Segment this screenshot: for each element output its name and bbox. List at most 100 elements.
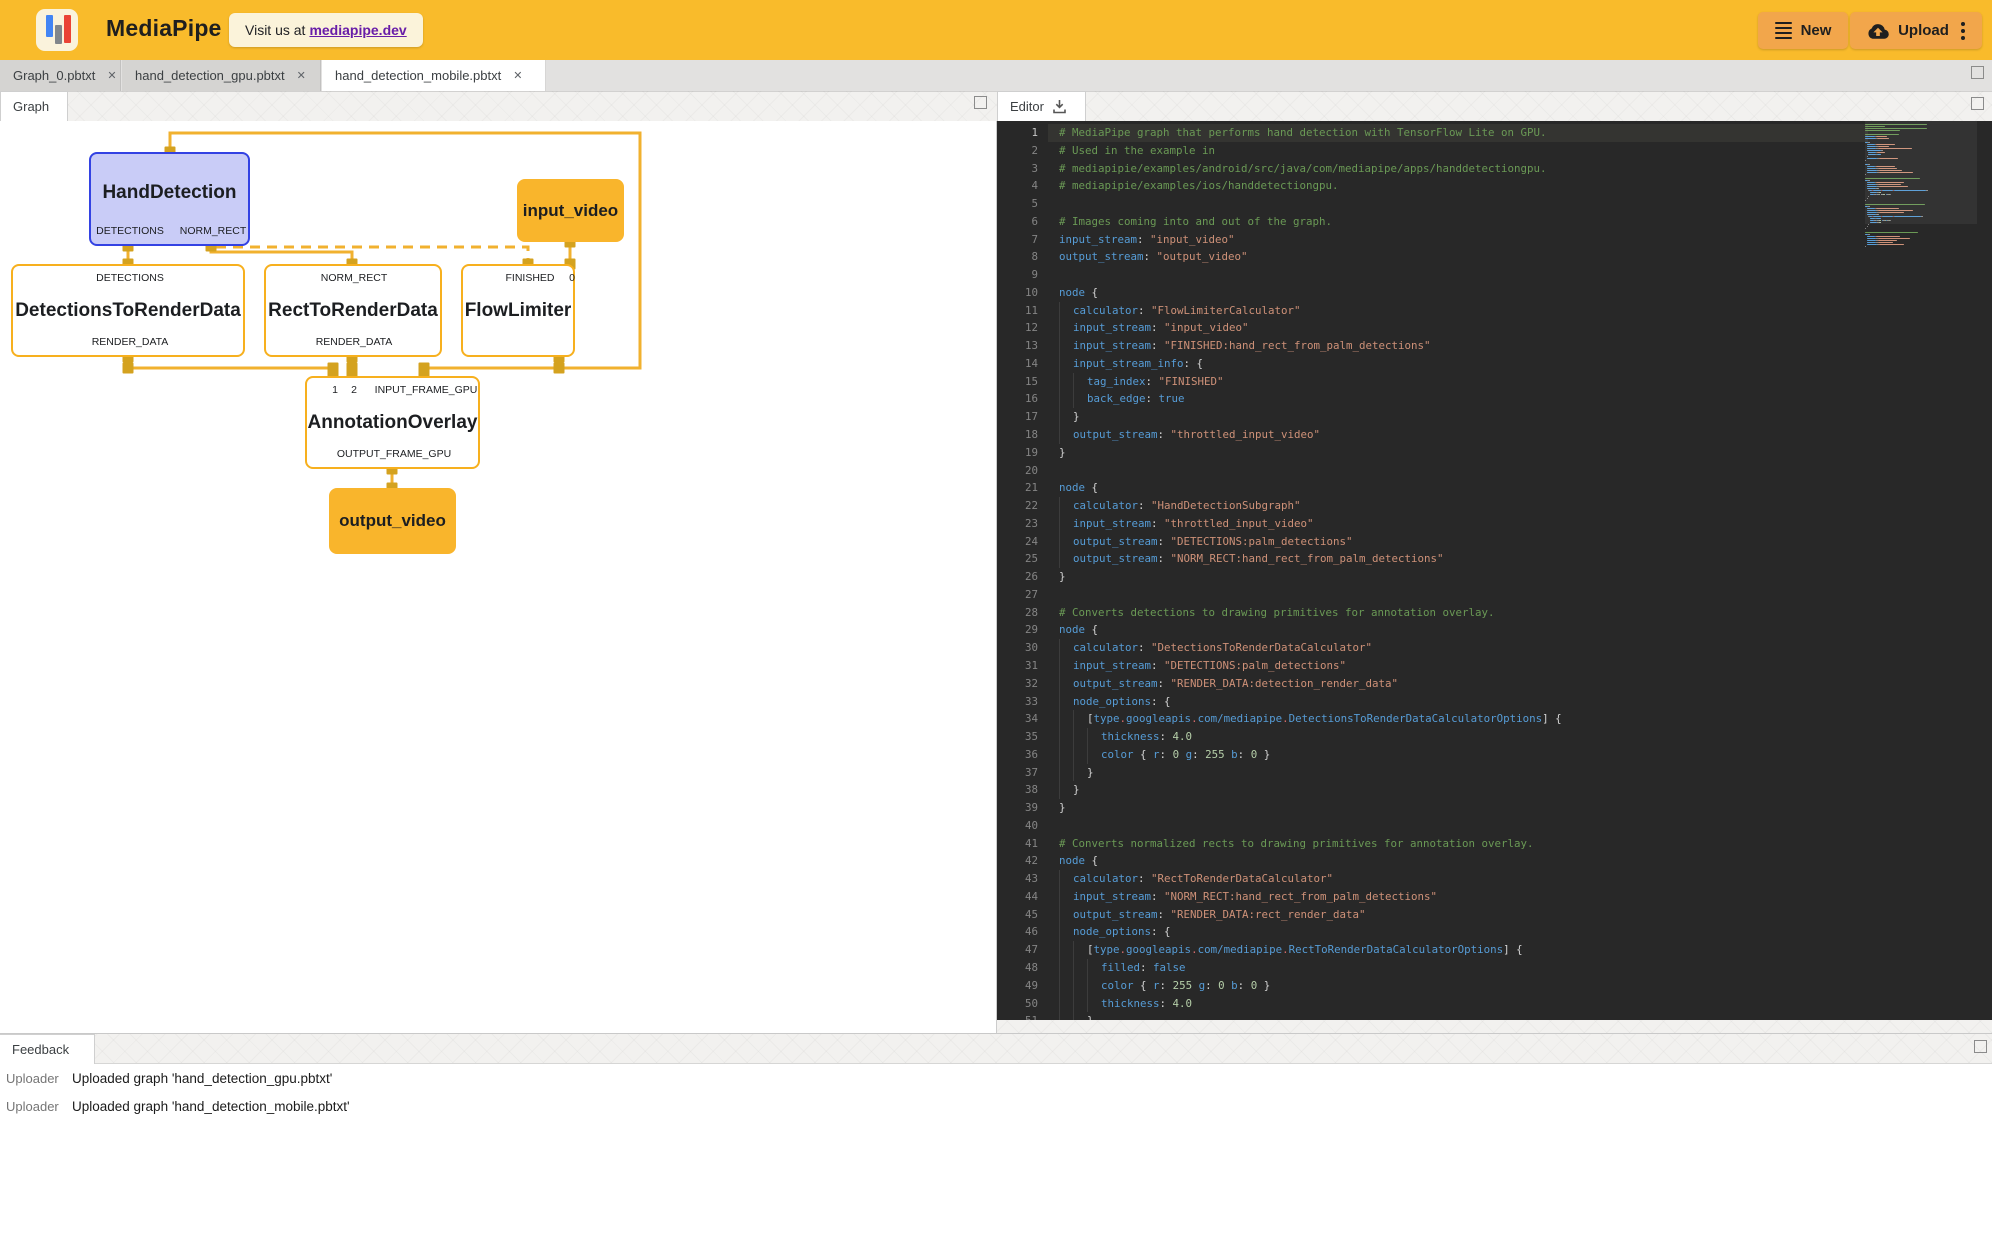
expand-graph-panel-button[interactable] [974, 96, 987, 109]
feedback-entry: UploaderUploaded graph 'hand_detection_m… [0, 1092, 1992, 1120]
expand-feedback-panel-button[interactable] [1974, 1040, 1987, 1053]
code-line[interactable]: calculator: "FlowLimiterCalculator" [1059, 302, 1562, 320]
code-line[interactable]: thickness: 4.0 [1059, 728, 1562, 746]
graph-panel-tab[interactable]: Graph [0, 91, 68, 121]
upload-button[interactable]: Upload [1850, 12, 1982, 49]
code-line[interactable]: filled: false [1059, 959, 1562, 977]
expand-editor-panel-button[interactable] [1971, 97, 1984, 110]
upload-more-options-icon[interactable] [1961, 22, 1965, 40]
code-line[interactable]: color { r: 0 g: 255 b: 0 } [1059, 746, 1562, 764]
code-line[interactable]: input_stream: "NORM_RECT:hand_rect_from_… [1059, 888, 1562, 906]
code-editor[interactable]: 1234567891011121314151617181920212223242… [997, 121, 1992, 1020]
code-line[interactable]: [type.googleapis.com/mediapipe.Detection… [1059, 710, 1562, 728]
code-line[interactable]: } [1059, 781, 1562, 799]
download-icon[interactable] [1052, 99, 1067, 114]
expand-tabstrip-button[interactable] [1971, 66, 1984, 79]
code-line[interactable]: } [1059, 799, 1562, 817]
code-line[interactable] [1059, 817, 1562, 835]
code-line[interactable]: input_stream: "input_video" [1059, 231, 1562, 249]
code-line[interactable]: # Images coming into and out of the grap… [1059, 213, 1562, 231]
feedback-message: Uploaded graph 'hand_detection_gpu.pbtxt… [72, 1071, 332, 1086]
graph-canvas[interactable]: HandDetectionDETECTIONSNORM_RECT input_vi… [0, 121, 997, 1033]
code-line[interactable]: calculator: "DetectionsToRenderDataCalcu… [1059, 639, 1562, 657]
input-port-label: INPUT_FRAME_GPU [375, 384, 478, 396]
code-line[interactable]: output_stream: "output_video" [1059, 248, 1562, 266]
node-title: FlowLimiter [463, 300, 573, 322]
code-line[interactable]: input_stream: "input_video" [1059, 319, 1562, 337]
code-line[interactable]: node { [1059, 852, 1562, 870]
node-title: HandDetection [91, 182, 248, 204]
file-tab-label: Graph_0.pbtxt [13, 68, 95, 83]
output-port-label: OUTPUT_FRAME_GPU [337, 448, 451, 460]
graph-edge [211, 246, 352, 264]
port-square [123, 363, 134, 374]
code-line[interactable]: input_stream: "throttled_input_video" [1059, 515, 1562, 533]
new-button[interactable]: New [1758, 12, 1848, 49]
code-line[interactable] [1059, 266, 1562, 284]
code-line[interactable]: node_options: { [1059, 693, 1562, 711]
code-line[interactable]: # Used in the example in [1059, 142, 1562, 160]
close-tab-icon[interactable]: ✕ [107, 69, 116, 82]
close-tab-icon[interactable]: ✕ [297, 69, 306, 82]
close-tab-icon[interactable]: ✕ [513, 69, 522, 82]
code-line[interactable]: } [1059, 764, 1562, 782]
file-tab[interactable]: hand_detection_mobile.pbtxt✕ [322, 60, 546, 91]
feedback-log: UploaderUploaded graph 'hand_detection_g… [0, 1064, 1992, 1236]
code-line[interactable]: # Converts detections to drawing primiti… [1059, 604, 1562, 622]
code-line[interactable]: } [1059, 568, 1562, 586]
code-line[interactable]: node { [1059, 284, 1562, 302]
feedback-panel-tab[interactable]: Feedback [0, 1034, 95, 1064]
code-line[interactable]: # mediapipie/examples/android/src/java/c… [1059, 160, 1562, 178]
code-line[interactable]: # MediaPipe graph that performs hand det… [1059, 124, 1562, 142]
code-line[interactable]: } [1059, 444, 1562, 462]
code-line[interactable]: input_stream_info: { [1059, 355, 1562, 373]
code-line[interactable]: back_edge: true [1059, 390, 1562, 408]
code-line[interactable]: input_stream: "FINISHED:hand_rect_from_p… [1059, 337, 1562, 355]
editor-tab-label: Editor [1010, 99, 1044, 114]
graph-node-output_video[interactable]: output_video [329, 488, 456, 554]
code-line[interactable] [1059, 195, 1562, 213]
code-line[interactable]: } [1059, 408, 1562, 426]
graph-edges [0, 121, 996, 1033]
graph-node-DetectionsToRenderData[interactable]: DetectionsToRenderDataDETECTIONSRENDER_D… [11, 264, 245, 357]
feedback-message: Uploaded graph 'hand_detection_mobile.pb… [72, 1099, 350, 1114]
code-line[interactable]: output_stream: "RENDER_DATA:rect_render_… [1059, 906, 1562, 924]
node-title: input_video [519, 201, 622, 221]
output-port-label: RENDER_DATA [316, 336, 393, 348]
node-title: AnnotationOverlay [307, 412, 478, 434]
editor-minimap[interactable] [1865, 121, 1977, 1020]
code-line[interactable]: node { [1059, 621, 1562, 639]
code-line[interactable]: output_stream: "DETECTIONS:palm_detectio… [1059, 533, 1562, 551]
file-tab[interactable]: Graph_0.pbtxt ✕ [0, 60, 121, 91]
graph-node-HandDetection[interactable]: HandDetectionDETECTIONSNORM_RECT [89, 152, 250, 246]
code-line[interactable]: color { r: 255 g: 0 b: 0 } [1059, 977, 1562, 995]
code-line[interactable]: calculator: "HandDetectionSubgraph" [1059, 497, 1562, 515]
graph-node-AnnotationOverlay[interactable]: AnnotationOverlay12INPUT_FRAME_GPUOUTPUT… [305, 376, 480, 469]
code-line[interactable]: # mediapipie/examples/ios/handdetectiong… [1059, 177, 1562, 195]
mediapipe-dev-link[interactable]: mediapipe.dev [309, 22, 406, 38]
code-line[interactable]: # Converts normalized rects to drawing p… [1059, 835, 1562, 853]
code-line[interactable]: output_stream: "NORM_RECT:hand_rect_from… [1059, 550, 1562, 568]
graph-edge [128, 357, 333, 376]
visit-link-pill[interactable]: Visit us at mediapipe.dev [229, 13, 423, 47]
port-square [554, 363, 565, 374]
code-line[interactable]: node_options: { [1059, 923, 1562, 941]
code-line[interactable]: output_stream: "throttled_input_video" [1059, 426, 1562, 444]
code-line[interactable]: node { [1059, 479, 1562, 497]
code-line[interactable]: } [1059, 1012, 1562, 1020]
code-line[interactable]: output_stream: "RENDER_DATA:detection_re… [1059, 675, 1562, 693]
code-line[interactable]: input_stream: "DETECTIONS:palm_detection… [1059, 657, 1562, 675]
code-line[interactable] [1059, 462, 1562, 480]
minimap-viewport[interactable] [1865, 121, 1977, 224]
graph-node-RectToRenderData[interactable]: RectToRenderDataNORM_RECTRENDER_DATA [264, 264, 442, 357]
code-line[interactable] [1059, 586, 1562, 604]
file-tab[interactable]: hand_detection_gpu.pbtxt✕ [122, 60, 321, 91]
code-line[interactable]: calculator: "RectToRenderDataCalculator" [1059, 870, 1562, 888]
editor-panel-tab[interactable]: Editor [997, 91, 1086, 121]
code-line[interactable]: thickness: 4.0 [1059, 995, 1562, 1013]
code-line[interactable]: tag_index: "FINISHED" [1059, 373, 1562, 391]
code-content[interactable]: # MediaPipe graph that performs hand det… [1059, 124, 1562, 1020]
code-line[interactable]: [type.googleapis.com/mediapipe.RectToRen… [1059, 941, 1562, 959]
graph-node-FlowLimiter[interactable]: FlowLimiterFINISHED0 [461, 264, 575, 357]
graph-node-input_video[interactable]: input_video [517, 179, 624, 242]
